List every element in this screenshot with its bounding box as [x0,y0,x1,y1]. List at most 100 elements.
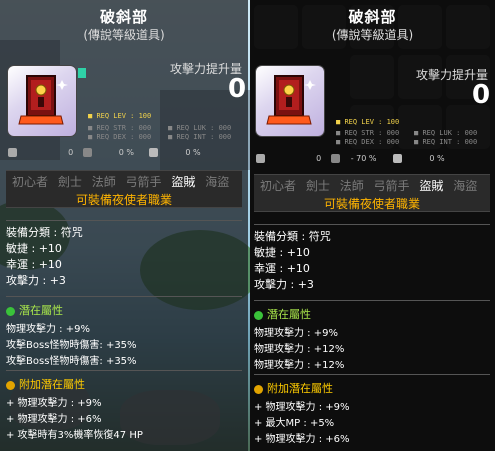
mini-value-2: 0 % [118,148,134,157]
gold-bonus-potential-icon [6,380,15,390]
bonus-potential-header: 附加潛在屬性 [6,376,85,392]
potential-title: 潛在屬性 [19,304,63,317]
job-pirate: 海盜 [205,175,230,189]
bonus-line-1: + 物理攻擊力 : +9% [6,398,102,409]
job-pirate: 海盜 [453,179,478,193]
potential-line-2: 物理攻擊力 : +12% [254,344,345,355]
job-warrior: 劍士 [305,179,330,193]
req-dex: ■ REQ DEX : 000 [336,138,400,146]
stat-category: 裝備分類 : 符咒 [6,226,83,239]
req-luk-text: REQ LUK : 000 [176,124,232,132]
mini-value-1: 0 [68,148,74,157]
charm-talisman-icon [266,75,316,125]
divider [6,220,242,221]
bonus-line-2: + 最大MP : +5% [254,418,335,429]
item-grade: (傳說等級道具) [331,28,414,42]
divider [254,300,490,301]
stat-dex: 敏捷 : +10 [254,246,310,259]
wrench-icon [8,148,17,157]
mini-value-3: 0 % [429,154,445,163]
item-grade: (傳說等級道具) [83,28,165,42]
job-thief: 盜賊 [419,179,444,193]
item-icon-frame [8,66,76,136]
job-equip-note: 可裝備夜使者職業 [75,193,172,207]
job-requirements: 初心者 劍士 法師 弓箭手 盜賊 海盜 可裝備夜使者職業 [6,170,242,208]
job-list: 初心者 劍士 法師 弓箭手 盜賊 海盜 [12,173,248,190]
req-lev: ■ REQ LEV : 100 [88,112,152,120]
potential-header: 潛在屬性 [6,302,63,318]
job-thief: 盜賊 [171,175,196,189]
job-list: 初心者 劍士 法師 弓箭手 盜賊 海盜 [260,177,495,194]
req-lev-text: REQ LEV : 100 [96,112,152,120]
divider [254,374,490,375]
req-int-text: REQ INT : 000 [422,138,478,146]
tooltip-comparison-stage: 破斜部 (傳說等級道具) 攻擊力提升量 0 ■ REQ LEV : 100 ■ … [0,0,495,451]
potential-line-1: 物理攻擊力 : +9% [6,324,90,335]
req-str-text: REQ STR : 000 [96,124,152,132]
bonus-title: 附加潛在屬性 [267,382,333,395]
bonus-line-3: + 攻擊時有3%機率恢復47 HP [6,430,143,441]
bonus-line-1: + 物理攻擊力 : +9% [254,402,350,413]
charm-talisman-icon [18,75,68,125]
item-title: 破斜部 [99,8,148,26]
req-int-text: REQ INT : 000 [176,133,232,141]
job-magician: 法師 [339,179,364,193]
shield-icon [393,154,403,163]
mini-value-1: 0 [316,154,322,163]
req-dex-text: REQ DEX : 000 [344,138,400,146]
potential-header: 潛在屬性 [254,306,311,322]
attack-increase-value: 0 [228,74,247,104]
bonus-line-2: + 物理攻擊力 : +6% [6,414,102,425]
req-lev-text: REQ LEV : 100 [344,118,400,126]
divider [254,224,490,225]
req-str: ■ REQ STR : 000 [336,129,400,137]
req-dex-text: REQ DEX : 000 [96,133,152,141]
req-luk: ■ REQ LUK : 000 [168,124,232,132]
green-potential-icon [254,310,263,320]
green-potential-icon [6,306,15,316]
potential-line-3: 物理攻擊力 : +12% [254,360,345,371]
divider [6,296,242,297]
req-luk-text: REQ LUK : 000 [422,129,478,137]
bonus-potential-header: 附加潛在屬性 [254,380,333,396]
mini-value-3: 0 % [185,148,201,157]
item-tooltip-right: 破斜部 (傳說等級道具) 攻擊力提升量 0 ■ REQ LEV : 100 ■ … [250,0,495,451]
gear-icon [330,154,340,163]
mini-stats-row: 0 - 70 % 0 % [256,154,445,163]
stat-dex: 敏捷 : +10 [6,242,62,255]
job-beginner: 初心者 [12,175,49,189]
item-tooltip-left: 破斜部 (傳說等級道具) 攻擊力提升量 0 ■ REQ LEV : 100 ■ … [0,0,248,451]
stat-category: 裝備分類 : 符咒 [254,230,331,243]
job-archer: 弓箭手 [125,175,162,189]
attack-increase-value: 0 [472,80,491,110]
shield-icon [149,148,159,157]
stat-attack: 攻擊力 : +3 [6,274,66,287]
stat-luk: 幸運 : +10 [254,262,310,275]
job-requirements: 初心者 劍士 法師 弓箭手 盜賊 海盜 可裝備夜使者職業 [254,174,490,212]
mini-value-2: - 70 % [350,154,377,163]
gold-bonus-potential-icon [254,384,263,394]
item-icon-frame [256,66,324,136]
gear-icon [82,148,92,157]
potential-line-1: 物理攻擊力 : +9% [254,328,338,339]
bonus-line-3: + 物理攻擊力 : +6% [254,434,350,445]
req-lev: ■ REQ LEV : 100 [336,118,400,126]
job-beginner: 初心者 [260,179,297,193]
bonus-title: 附加潛在屬性 [19,378,85,391]
req-str-text: REQ STR : 000 [344,129,400,137]
req-int: ■ REQ INT : 000 [414,138,478,146]
potential-line-2: 攻擊Boss怪物時傷害: +35% [6,340,137,351]
wrench-icon [256,154,265,163]
req-luk: ■ REQ LUK : 000 [414,129,478,137]
new-flag-marker [78,68,86,78]
job-archer: 弓箭手 [373,179,410,193]
divider [6,370,242,371]
req-int: ■ REQ INT : 000 [168,133,232,141]
stat-attack: 攻擊力 : +3 [254,278,314,291]
job-magician: 法師 [91,175,116,189]
job-equip-note: 可裝備夜使者職業 [323,197,420,211]
stat-luk: 幸運 : +10 [6,258,62,271]
potential-line-3: 攻擊Boss怪物時傷害: +35% [6,356,137,367]
req-str: ■ REQ STR : 000 [88,124,152,132]
req-dex: ■ REQ DEX : 000 [88,133,152,141]
